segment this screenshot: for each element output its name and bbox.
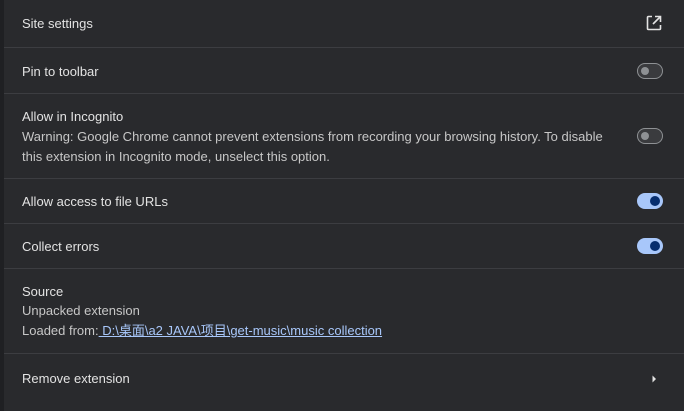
source-type: Unpacked extension bbox=[22, 303, 140, 318]
collect-errors-toggle[interactable] bbox=[637, 238, 663, 254]
source-row: Source Unpacked extension Loaded from: D… bbox=[4, 268, 684, 353]
file-urls-label: Allow access to file URLs bbox=[22, 194, 168, 209]
toggle-knob bbox=[650, 241, 660, 251]
loaded-from-label: Loaded from: bbox=[22, 323, 99, 338]
incognito-row: Allow in Incognito Warning: Google Chrom… bbox=[4, 93, 684, 178]
site-settings-label: Site settings bbox=[22, 16, 93, 31]
extension-details-panel: Site settings Pin to toolbar Allow in In… bbox=[4, 0, 684, 411]
source-path-link[interactable]: D:\桌面\a2 JAVA\项目\get-music\music collect… bbox=[99, 323, 382, 338]
incognito-toggle[interactable] bbox=[637, 128, 663, 144]
pin-toolbar-label: Pin to toolbar bbox=[22, 64, 99, 79]
site-settings-row[interactable]: Site settings bbox=[4, 0, 684, 47]
collect-errors-label: Collect errors bbox=[22, 239, 100, 254]
collect-errors-row: Collect errors bbox=[4, 223, 684, 268]
toggle-knob bbox=[650, 196, 660, 206]
file-urls-row: Allow access to file URLs bbox=[4, 178, 684, 223]
chevron-right-icon[interactable] bbox=[645, 370, 663, 388]
source-label: Source bbox=[22, 284, 64, 299]
remove-extension-row[interactable]: Remove extension bbox=[4, 353, 684, 403]
incognito-label: Allow in Incognito bbox=[22, 109, 124, 124]
open-in-new-icon[interactable] bbox=[645, 14, 663, 32]
incognito-warning: Warning: Google Chrome cannot prevent ex… bbox=[22, 129, 603, 164]
file-urls-toggle[interactable] bbox=[637, 193, 663, 209]
toggle-knob bbox=[641, 67, 649, 75]
pin-toolbar-toggle[interactable] bbox=[637, 63, 663, 79]
loaded-from: Loaded from: D:\桌面\a2 JAVA\项目\get-music\… bbox=[22, 321, 382, 341]
remove-extension-label: Remove extension bbox=[22, 371, 130, 386]
pin-toolbar-row: Pin to toolbar bbox=[4, 47, 684, 93]
toggle-knob bbox=[641, 132, 649, 140]
